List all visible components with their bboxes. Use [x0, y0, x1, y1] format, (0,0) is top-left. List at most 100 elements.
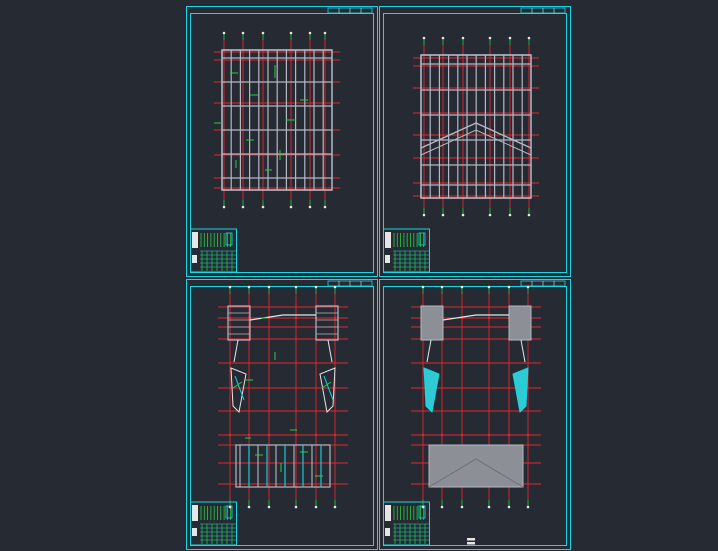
title-block-icon: [383, 228, 430, 273]
title-block-logo: [385, 232, 391, 248]
axis-bubble: [422, 213, 426, 217]
grid-node: [333, 433, 337, 437]
grid-node: [487, 433, 491, 437]
side-truss: [423, 367, 440, 414]
sheet-outer-border: [379, 6, 571, 277]
sheet-inner-border: [383, 13, 567, 273]
cad-drawing-canvas: [186, 6, 571, 550]
title-block-mark: [385, 528, 390, 536]
axis-bubble: [323, 31, 327, 35]
axis-bubble: [222, 205, 226, 209]
axis-bubble: [247, 285, 251, 289]
axis-bubble: [289, 31, 293, 35]
axis-bubble: [487, 505, 491, 509]
axis-bubble: [294, 285, 298, 289]
axis-bubble: [441, 213, 445, 217]
axis-bubble: [527, 213, 531, 217]
axis-bubble: [526, 505, 530, 509]
side-column-right: [327, 339, 333, 363]
axis-bubble: [488, 36, 492, 40]
grid-node: [526, 433, 530, 437]
axis-bubble: [261, 205, 265, 209]
axis-bubble: [308, 31, 312, 35]
axis-bubble: [487, 285, 491, 289]
axis-bubble: [289, 205, 293, 209]
axis-bubble: [422, 36, 426, 40]
grid-node: [333, 316, 337, 320]
side-column-left: [426, 339, 432, 363]
axis-bubble: [461, 213, 465, 217]
title-block-logo: [192, 232, 198, 248]
axis-bubble: [440, 505, 444, 509]
stair-core-left: [420, 305, 444, 341]
roof-panel: [428, 444, 524, 488]
side-truss: [230, 367, 247, 414]
stair-core-right: [508, 305, 532, 341]
grid-node: [460, 433, 464, 437]
grid-node: [507, 433, 511, 437]
sheet-inner-border: [190, 286, 374, 546]
axis-bubble: [507, 285, 511, 289]
axis-bubble: [308, 205, 312, 209]
sheet-bottom-right[interactable]: [411, 285, 541, 545]
axis-bubble: [228, 285, 232, 289]
title-block-icon: [383, 501, 430, 546]
sheet-inner-border: [383, 286, 567, 546]
grid-node: [440, 433, 444, 437]
grid-node: [247, 433, 251, 437]
stair-core-left: [227, 305, 251, 341]
axis-bubble: [222, 31, 226, 35]
page-marker-bar: [467, 538, 475, 541]
axis-bubble: [507, 505, 511, 509]
side-column-left: [233, 339, 239, 363]
title-block-logo: [192, 505, 198, 521]
axis-bubble: [488, 213, 492, 217]
grid-node: [228, 433, 232, 437]
title-block-icon: [190, 228, 237, 273]
top-beam: [249, 314, 316, 321]
axis-bubble: [314, 285, 318, 289]
page-marker-icon: [467, 538, 475, 545]
axis-bubble: [261, 31, 265, 35]
sheet-outer-border: [186, 279, 378, 550]
side-truss: [319, 367, 336, 414]
axis-bubble: [294, 505, 298, 509]
title-block-logo: [385, 505, 391, 521]
sheet-bottom-left[interactable]: [218, 285, 348, 509]
grid-node: [294, 433, 298, 437]
axis-bubble: [241, 205, 245, 209]
axis-bubble: [333, 505, 337, 509]
axis-bubble: [247, 505, 251, 509]
sheet-top-right[interactable]: [413, 36, 539, 217]
axis-bubble: [421, 505, 425, 509]
axis-bubble: [461, 36, 465, 40]
grid-node: [294, 316, 298, 320]
axis-bubble: [460, 285, 464, 289]
grid-node: [228, 316, 232, 320]
side-truss: [512, 367, 529, 414]
axis-bubble: [333, 285, 337, 289]
axis-bubble: [526, 285, 530, 289]
axis-bubble: [508, 36, 512, 40]
grid-node: [314, 433, 318, 437]
sheet-outer-border: [186, 6, 378, 277]
title-block-mark: [385, 255, 390, 263]
grid-node: [421, 433, 425, 437]
axis-bubble: [314, 505, 318, 509]
axis-bubble: [460, 505, 464, 509]
axis-bubble: [228, 505, 232, 509]
axis-bubble: [527, 36, 531, 40]
axis-bubble: [440, 285, 444, 289]
title-block-box: [225, 232, 233, 246]
axis-bubble: [441, 36, 445, 40]
axis-bubble: [508, 213, 512, 217]
top-beam: [442, 314, 509, 321]
title-block-mark: [192, 255, 197, 263]
axis-bubble: [323, 205, 327, 209]
axis-bubble: [267, 505, 271, 509]
side-column-right: [520, 339, 526, 363]
grid-node: [267, 433, 271, 437]
sheet-top-left[interactable]: [214, 31, 340, 209]
axis-bubble: [267, 285, 271, 289]
grid-node: [487, 316, 491, 320]
